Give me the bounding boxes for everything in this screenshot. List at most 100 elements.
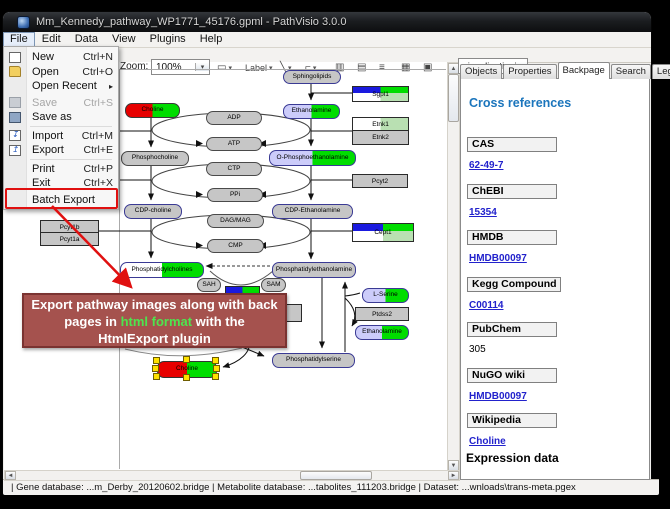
node-cdp-ethanolamine[interactable]: CDP-Ethanolamine — [272, 204, 353, 219]
menu-item-print[interactable]: Print Ctrl+P — [4, 162, 118, 177]
batch-export-highlight-box — [5, 188, 118, 209]
chevron-down-icon: ▾ — [269, 64, 273, 72]
tab-backpage[interactable]: Backpage — [558, 62, 610, 79]
menu-edit[interactable]: Edit — [35, 32, 68, 47]
node-o-phosphoethanolamine[interactable]: O-Phosphoethanolamine — [269, 150, 356, 166]
node-ctp[interactable]: CTP — [206, 162, 262, 176]
canvas-vertical-scrollbar[interactable]: ▲ ▼ — [447, 62, 460, 472]
save-icon — [9, 97, 21, 108]
menu-data[interactable]: Data — [68, 32, 105, 47]
node-atp[interactable]: ATP — [206, 137, 262, 151]
xref-link-kegg[interactable]: C00114 — [469, 300, 503, 311]
file-menu-dropdown: New Ctrl+N Open Ctrl+O Open Recent ▸ Sav… — [3, 46, 119, 210]
stack-vertical-icon: ≡ — [379, 62, 385, 73]
tab-objects[interactable]: Objects — [460, 64, 502, 79]
layout-button[interactable]: ▣ — [421, 60, 434, 75]
menu-item-import[interactable]: ↧ Import Ctrl+M — [4, 129, 118, 144]
tab-search[interactable]: Search — [611, 64, 651, 79]
node-cdp-choline[interactable]: CDP-choline — [124, 204, 182, 219]
gene-sgpl1[interactable]: Sgpl1 — [352, 86, 409, 102]
gene-box-icon: ▭ — [217, 62, 226, 73]
gene-pcyt1a[interactable]: Pcyt1a — [40, 232, 99, 246]
status-text: | Gene database: ...m_Derby_20120602.bri… — [11, 482, 576, 493]
selection-handle[interactable] — [152, 365, 159, 372]
node-adp[interactable]: ADP — [206, 111, 262, 125]
xref-header-cas: CAS — [467, 137, 557, 152]
selection-handle[interactable] — [153, 357, 160, 364]
annotation-callout: Export pathway images along with back pa… — [22, 293, 287, 348]
menu-item-new[interactable]: New Ctrl+N — [4, 50, 118, 65]
side-panel-tabs: Objects Properties Backpage Search Legen… — [460, 63, 650, 79]
gene-ptdss2[interactable]: Ptdss2 — [355, 307, 409, 321]
xref-link-wikipedia[interactable]: Choline — [469, 436, 506, 447]
label-tool-button[interactable]: Label ▾ — [243, 60, 275, 75]
menu-help[interactable]: Help — [193, 32, 230, 47]
tab-legend[interactable]: Legend — [652, 64, 670, 79]
xref-link-cas[interactable]: 62-49-7 — [469, 160, 503, 171]
node-phosphocholine[interactable]: Phosphocholine — [121, 151, 189, 166]
menu-view[interactable]: View — [105, 32, 143, 47]
node-phosphatidylethanolamine[interactable]: Phosphatidylethanolamine — [272, 262, 356, 278]
node-phosphatidylcholines[interactable]: Phosphatidylcholines — [120, 262, 204, 278]
scrollbar-thumb[interactable] — [300, 471, 372, 480]
callout-line1: Export pathway images along with back — [24, 296, 285, 313]
status-bar: | Gene database: ...m_Derby_20120602.bri… — [3, 479, 659, 495]
node-sphingolipids[interactable]: Sphingolipids — [283, 70, 341, 84]
selection-handle[interactable] — [213, 365, 220, 372]
gene-tool-button[interactable]: ▭ ▾ — [215, 60, 234, 75]
tab-properties[interactable]: Properties — [503, 64, 556, 79]
new-document-icon — [9, 52, 21, 63]
node-ppi[interactable]: PPi — [207, 188, 263, 202]
xref-link-hmdb[interactable]: HMDB00097 — [469, 253, 527, 264]
node-sam[interactable]: SAM — [261, 278, 286, 292]
selection-handle[interactable] — [153, 373, 160, 380]
chevron-down-icon[interactable]: ▾ — [195, 63, 209, 71]
menu-item-open[interactable]: Open Ctrl+O — [4, 65, 118, 80]
backpage-panel: Cross references CAS 62-49-7 ChEBI 15354… — [460, 78, 650, 480]
selection-handle[interactable] — [212, 357, 219, 364]
node-dag-mag[interactable]: DAG/MAG — [207, 214, 264, 228]
zoom-label: Zoom: — [120, 61, 148, 72]
canvas-horizontal-scrollbar[interactable]: ◄ ► — [4, 470, 460, 481]
scroll-right-arrow[interactable]: ► — [448, 471, 459, 480]
xref-value-pubchem: 305 — [469, 344, 486, 355]
gene-cept1[interactable]: Cept1 — [352, 223, 414, 242]
gene-pcyt2[interactable]: Pcyt2 — [352, 174, 408, 188]
node-choline-top[interactable]: Choline — [125, 103, 180, 118]
xref-link-chebi[interactable]: 15354 — [469, 207, 497, 218]
export-icon: ↥ — [9, 145, 21, 156]
menu-plugins[interactable]: Plugins — [143, 32, 193, 47]
gene-etnk2[interactable]: Etnk2 — [352, 130, 409, 145]
menu-item-open-recent[interactable]: Open Recent ▸ — [4, 79, 118, 94]
selection-handle[interactable] — [183, 356, 190, 363]
scrollbar-thumb[interactable] — [448, 74, 459, 122]
node-sah[interactable]: SAH — [197, 278, 221, 292]
selection-handle[interactable] — [212, 373, 219, 380]
xref-header-wikipedia: Wikipedia — [467, 413, 557, 428]
menu-item-save-as[interactable]: Save as — [4, 110, 118, 125]
menu-file[interactable]: File — [3, 32, 35, 47]
submenu-arrow-icon: ▸ — [109, 82, 113, 91]
title-bar[interactable]: Mm_Kennedy_pathway_WP1771_45176.gpml - P… — [3, 12, 651, 32]
expression-data-heading: Expression data — [466, 451, 559, 465]
layout-icon: ▣ — [423, 62, 432, 73]
node-cmp[interactable]: CMP — [207, 239, 264, 253]
node-ethanolamine-top[interactable]: Ethanolamine — [283, 104, 340, 119]
zoom-combobox[interactable]: 100% ▾ — [151, 59, 210, 75]
selection-handle[interactable] — [183, 374, 190, 381]
xref-header-nugo: NuGO wiki — [467, 368, 557, 383]
scroll-left-arrow[interactable]: ◄ — [5, 471, 16, 480]
node-l-serine[interactable]: L-Serine — [362, 288, 409, 303]
callout-highlight: html format — [121, 314, 193, 329]
callout-line3: HtmlExport plugin — [24, 330, 285, 347]
stack-vertical-button[interactable]: ≡ — [377, 60, 387, 75]
xref-link-nugo[interactable]: HMDB00097 — [469, 391, 527, 402]
align-middle-button[interactable]: ▤ — [355, 60, 368, 75]
callout-line2: pages in html format with the — [24, 313, 285, 330]
window-title: Mm_Kennedy_pathway_WP1771_45176.gpml - P… — [36, 16, 346, 28]
node-phosphatidylserine[interactable]: Phosphatidylserine — [272, 353, 355, 368]
import-icon: ↧ — [9, 130, 21, 141]
node-ethanolamine-bottom[interactable]: Ethanolamine — [355, 325, 409, 340]
stack-horizontal-button[interactable]: ▦ — [399, 60, 412, 75]
menu-item-export[interactable]: ↥ Export Ctrl+E — [4, 143, 118, 158]
